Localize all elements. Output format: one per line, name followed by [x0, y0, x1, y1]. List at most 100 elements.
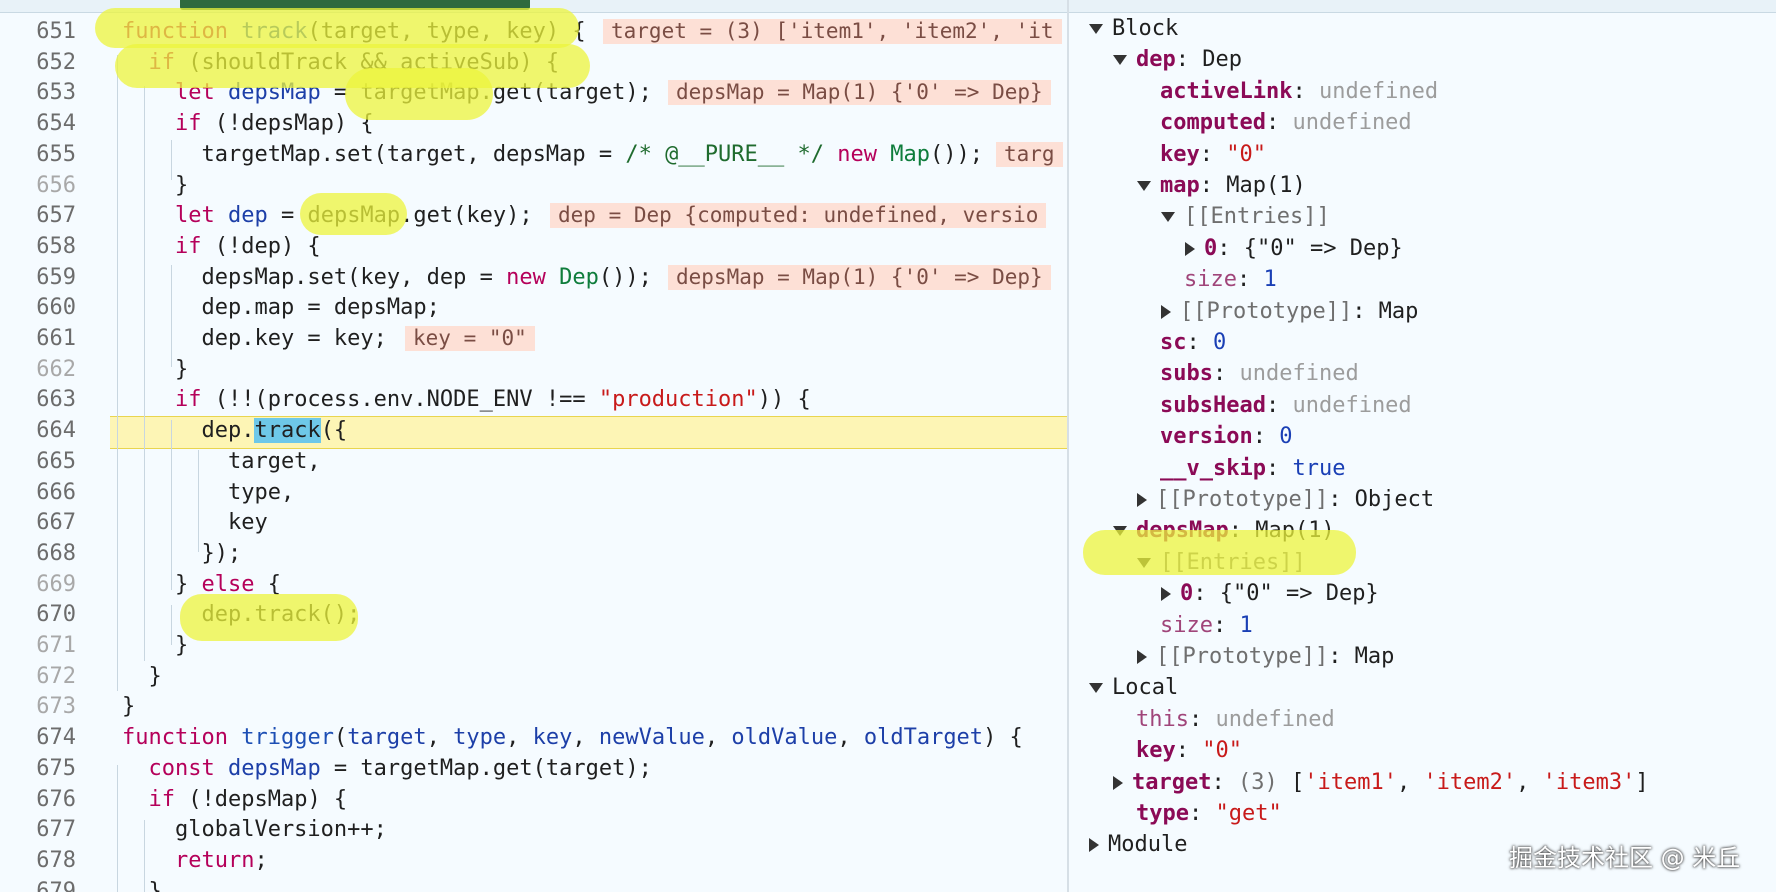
line-number[interactable]: 652 — [0, 47, 76, 78]
code-line[interactable]: 677 globalVersion++; — [0, 814, 1067, 845]
line-number[interactable]: 651 — [0, 16, 76, 47]
line-number[interactable]: 658 — [0, 231, 76, 262]
code-token: ; — [254, 847, 268, 873]
code-text: dep.key = key; — [122, 323, 386, 354]
line-number[interactable]: 660 — [0, 292, 76, 323]
line-number[interactable]: 661 — [0, 323, 76, 354]
expanded-caret-icon[interactable] — [1161, 212, 1175, 223]
inline-value-preview[interactable]: targ — [996, 141, 1063, 167]
line-number[interactable]: 673 — [0, 691, 76, 722]
scope-row[interactable]: 0: {"0" => Dep} — [1185, 233, 1403, 264]
code-line[interactable]: 671 } — [0, 630, 1067, 661]
collapsed-caret-icon[interactable] — [1161, 304, 1171, 319]
collapsed-caret-icon[interactable] — [1185, 241, 1195, 256]
scope-row[interactable]: [[Prototype]]: Map — [1137, 641, 1394, 672]
line-number[interactable]: 666 — [0, 477, 76, 508]
line-number[interactable]: 656 — [0, 170, 76, 201]
scope-row[interactable]: [[Entries]] — [1161, 201, 1330, 232]
line-number[interactable]: 665 — [0, 446, 76, 477]
line-number[interactable]: 671 — [0, 630, 76, 661]
line-number[interactable]: 654 — [0, 108, 76, 139]
code-line[interactable]: 664 dep.track({ — [0, 415, 1067, 446]
code-line[interactable]: 656 } — [0, 170, 1067, 201]
line-number[interactable]: 662 — [0, 354, 76, 385]
inline-value-preview[interactable]: depsMap = Map(1) {'0' => Dep} — [668, 80, 1051, 106]
line-number[interactable]: 667 — [0, 507, 76, 538]
collapsed-caret-icon[interactable] — [1137, 650, 1147, 664]
inline-value-preview[interactable]: depsMap = Map(1) {'0' => Dep} — [668, 264, 1051, 290]
scope-text: version — [1160, 424, 1253, 450]
code-text: } — [122, 630, 188, 661]
scope-row[interactable]: map: Map(1) — [1137, 170, 1306, 201]
expanded-caret-icon[interactable] — [1089, 683, 1103, 694]
panel-divider[interactable] — [1067, 0, 1069, 892]
code-line[interactable]: 669 } else { — [0, 569, 1067, 600]
code-line[interactable]: 654 if (!depsMap) { — [0, 108, 1067, 139]
code-line[interactable]: 655 targetMap.set(target, depsMap = /* @… — [0, 139, 1067, 170]
code-line[interactable]: 657 let dep = depsMap.get(key); dep = Dep… — [0, 200, 1067, 231]
scope-text: undefined — [1318, 78, 1439, 104]
expanded-caret-icon[interactable] — [1137, 181, 1151, 191]
scope-text: : — [1199, 141, 1227, 167]
scope-row[interactable]: [[Prototype]]: Map — [1161, 296, 1418, 327]
collapsed-caret-icon[interactable] — [1137, 493, 1147, 507]
scope-row[interactable]: Block — [1089, 13, 1178, 44]
collapsed-caret-icon[interactable] — [1113, 775, 1123, 790]
collapsed-caret-icon[interactable] — [1161, 587, 1171, 602]
line-number[interactable]: 677 — [0, 814, 76, 845]
code-line[interactable]: 679 } — [0, 876, 1067, 892]
line-number[interactable]: 670 — [0, 599, 76, 630]
collapsed-caret-icon[interactable] — [1089, 838, 1099, 853]
code-line[interactable]: 666 type, — [0, 477, 1067, 508]
line-number[interactable]: 663 — [0, 384, 76, 415]
code-line[interactable]: 678 return; — [0, 845, 1067, 876]
expanded-caret-icon[interactable] — [1089, 24, 1103, 34]
code-line[interactable]: 662 } — [0, 354, 1067, 385]
scope-row: this: undefined — [1113, 704, 1335, 735]
code-line[interactable]: 670 dep.track(); — [0, 599, 1067, 630]
scope-text: undefined — [1292, 110, 1412, 136]
code-token: ) { — [983, 725, 1023, 751]
code-line[interactable]: 672 } — [0, 661, 1067, 692]
code-token: new — [506, 264, 560, 290]
line-number[interactable]: 679 — [0, 876, 76, 892]
line-number[interactable]: 678 — [0, 845, 76, 876]
code-line[interactable]: 665 target, — [0, 446, 1067, 477]
line-number[interactable]: 653 — [0, 77, 76, 108]
code-line[interactable]: 673} — [0, 691, 1067, 722]
inline-value-preview[interactable]: key = "0" — [405, 326, 535, 351]
code-line[interactable]: 658 if (!dep) { — [0, 231, 1067, 262]
code-line[interactable]: 659 depsMap.set(key, dep = new Dep()); de… — [0, 262, 1067, 293]
code-line[interactable]: 676 if (!depsMap) { — [0, 784, 1067, 815]
scope-row[interactable]: 0: {"0" => Dep} — [1161, 578, 1379, 609]
line-number[interactable]: 675 — [0, 753, 76, 784]
line-number[interactable]: 669 — [0, 569, 76, 600]
code-line[interactable]: 675 const depsMap = targetMap.get(target… — [0, 753, 1067, 784]
line-number[interactable]: 664 — [0, 415, 76, 446]
code-token: key — [122, 510, 268, 536]
expanded-caret-icon[interactable] — [1113, 55, 1127, 66]
code-line[interactable]: 674 function trigger(target, type, key, n… — [0, 722, 1067, 753]
code-line[interactable]: 667 key — [0, 507, 1067, 538]
code-line[interactable]: 661 dep.key = key; key = "0" — [0, 323, 1067, 354]
scope-row[interactable]: [[Prototype]]: Object — [1137, 484, 1434, 515]
scope-text: "0" — [1226, 141, 1266, 167]
code-line[interactable]: 668 }); — [0, 538, 1067, 569]
inline-value-preview[interactable]: dep = Dep {computed: undefined, versio — [550, 203, 1047, 229]
scope-row[interactable]: Local — [1089, 672, 1178, 703]
line-number[interactable]: 672 — [0, 661, 76, 692]
line-number[interactable]: 655 — [0, 139, 76, 170]
scope-row[interactable]: dep: Dep — [1113, 44, 1242, 75]
line-number[interactable]: 674 — [0, 722, 76, 753]
code-token: )) { — [757, 387, 811, 413]
code-line[interactable]: 663 if (!!(process.env.NODE_ENV !== "pro… — [0, 384, 1067, 415]
scope-row[interactable]: Module — [1089, 829, 1187, 860]
line-number[interactable]: 657 — [0, 200, 76, 231]
scope-row[interactable]: target: (3) ['item1', 'item2', 'item3'] — [1113, 767, 1649, 798]
inline-value-preview[interactable]: target = (3) ['item1', 'item2', 'it — [603, 19, 1062, 44]
scope-text: subsHead — [1160, 392, 1266, 418]
line-number[interactable]: 659 — [0, 262, 76, 293]
line-number[interactable]: 676 — [0, 784, 76, 815]
line-number[interactable]: 668 — [0, 538, 76, 569]
code-line[interactable]: 660 dep.map = depsMap; — [0, 292, 1067, 323]
